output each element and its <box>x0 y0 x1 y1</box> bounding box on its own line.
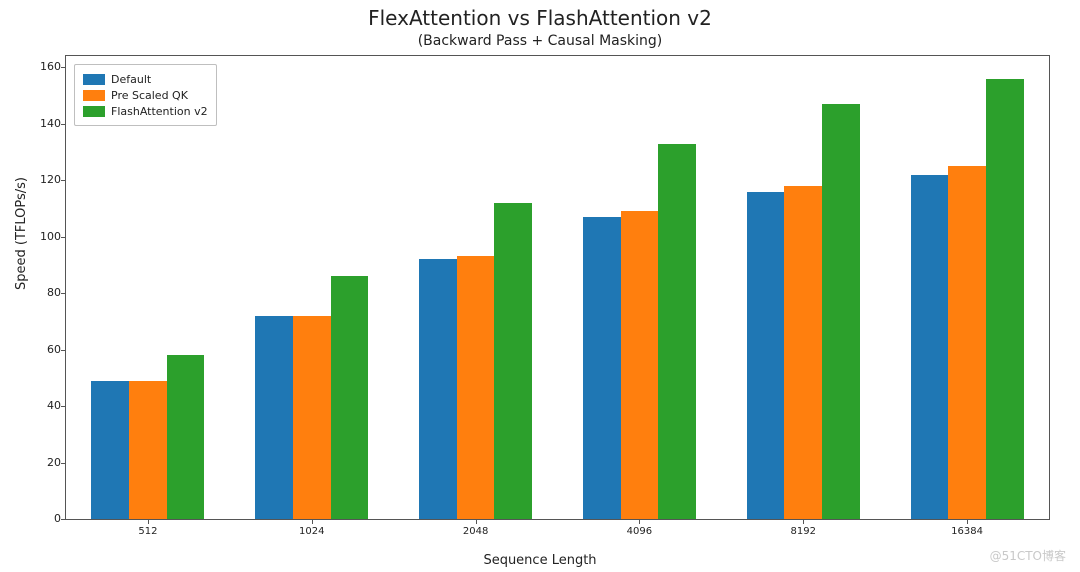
y-tick-mark <box>61 519 66 520</box>
legend-label: Pre Scaled QK <box>111 89 188 102</box>
y-tick-mark <box>61 406 66 407</box>
y-tick-mark <box>61 350 66 351</box>
chart-title: FlexAttention vs FlashAttention v2 <box>0 6 1080 30</box>
bar-flashattention-v2 <box>331 276 369 519</box>
x-axis-label: Sequence Length <box>0 553 1080 568</box>
x-tick-label: 2048 <box>463 526 488 537</box>
x-tick-mark <box>639 519 640 524</box>
plot-area: Default Pre Scaled QK FlashAttention v2 … <box>65 55 1050 520</box>
legend-label: Default <box>111 73 151 86</box>
bar-pre-scaled-qk <box>129 381 167 519</box>
bar-default <box>911 175 949 519</box>
bar-default <box>747 192 785 519</box>
y-tick-label: 100 <box>11 231 61 243</box>
bar-flashattention-v2 <box>167 355 205 519</box>
x-tick-label: 8192 <box>791 526 816 537</box>
x-tick-mark <box>476 519 477 524</box>
legend-swatch-default <box>83 74 105 85</box>
x-tick-label: 16384 <box>951 526 983 537</box>
y-tick-mark <box>61 463 66 464</box>
watermark-text: @51CTO博客 <box>990 547 1066 564</box>
x-tick-label: 4096 <box>627 526 652 537</box>
bar-default <box>255 316 293 519</box>
y-tick-label: 140 <box>11 118 61 130</box>
chart-subtitle: (Backward Pass + Causal Masking) <box>0 33 1080 49</box>
y-tick-label: 20 <box>11 457 61 469</box>
legend-item: Default <box>83 71 208 87</box>
bar-default <box>583 217 621 519</box>
legend-item: Pre Scaled QK <box>83 87 208 103</box>
y-tick-label: 80 <box>11 287 61 299</box>
y-tick-label: 160 <box>11 61 61 73</box>
chart-frame: { "title": "FlexAttention vs FlashAttent… <box>0 0 1080 572</box>
legend-label: FlashAttention v2 <box>111 105 208 118</box>
legend-item: FlashAttention v2 <box>83 103 208 119</box>
y-tick-mark <box>61 180 66 181</box>
y-tick-mark <box>61 293 66 294</box>
bar-pre-scaled-qk <box>948 166 986 519</box>
y-tick-mark <box>61 124 66 125</box>
bar-pre-scaled-qk <box>293 316 331 519</box>
x-tick-label: 1024 <box>299 526 324 537</box>
legend-swatch-flashattn <box>83 106 105 117</box>
x-tick-mark <box>803 519 804 524</box>
x-tick-label: 512 <box>138 526 157 537</box>
y-tick-mark <box>61 237 66 238</box>
y-tick-mark <box>61 67 66 68</box>
legend-swatch-prescaled <box>83 90 105 101</box>
bar-pre-scaled-qk <box>457 256 495 519</box>
x-tick-mark <box>967 519 968 524</box>
y-tick-label: 0 <box>11 513 61 525</box>
legend-box: Default Pre Scaled QK FlashAttention v2 <box>74 64 217 126</box>
bar-flashattention-v2 <box>822 104 860 519</box>
x-tick-mark <box>312 519 313 524</box>
bar-default <box>91 381 129 519</box>
x-tick-mark <box>148 519 149 524</box>
y-tick-label: 120 <box>11 174 61 186</box>
y-tick-label: 40 <box>11 400 61 412</box>
bar-flashattention-v2 <box>986 79 1024 519</box>
bar-flashattention-v2 <box>658 144 696 519</box>
bar-default <box>419 259 457 519</box>
bar-flashattention-v2 <box>494 203 532 519</box>
y-tick-label: 60 <box>11 344 61 356</box>
bar-pre-scaled-qk <box>784 186 822 519</box>
bar-pre-scaled-qk <box>621 211 659 519</box>
